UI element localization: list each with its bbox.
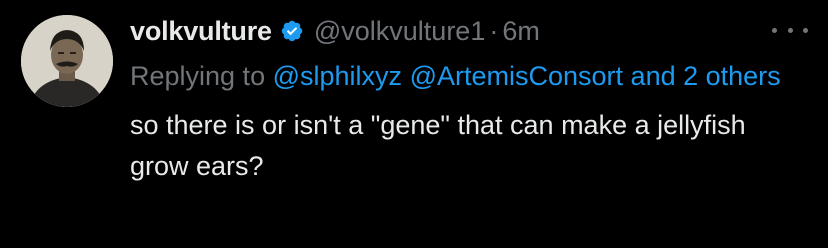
- more-dot: [772, 27, 777, 33]
- avatar[interactable]: [21, 15, 113, 107]
- separator-dot: ·: [489, 15, 499, 46]
- timestamp[interactable]: 6m: [502, 16, 540, 47]
- display-name[interactable]: volkvulture: [130, 16, 272, 47]
- mention-slphilxyz[interactable]: @slphilxyz: [273, 61, 402, 91]
- mention-artemisconsort[interactable]: @ArtemisConsort: [410, 61, 623, 91]
- verified-badge-icon: [280, 19, 304, 43]
- tweet-header: volkvulture @volkvulture1 · 6m: [130, 10, 810, 52]
- replying-to-label: Replying to: [130, 61, 266, 91]
- tweet[interactable]: volkvulture @volkvulture1 · 6m Replying …: [0, 0, 828, 248]
- mention-others-link[interactable]: and 2 others: [631, 61, 781, 91]
- more-dot: [803, 27, 808, 33]
- more-dot: [787, 27, 793, 33]
- replying-to-line: Replying to @slphilxyz @ArtemisConsort a…: [130, 57, 810, 95]
- tweet-text: so there is or isn't a "gene" that can m…: [130, 110, 746, 181]
- tweet-body: volkvulture @volkvulture1 · 6m Replying …: [130, 10, 810, 187]
- avatar-portrait-icon: [21, 15, 113, 107]
- more-options-icon[interactable]: [772, 18, 808, 42]
- author-handle[interactable]: @volkvulture1: [314, 16, 485, 47]
